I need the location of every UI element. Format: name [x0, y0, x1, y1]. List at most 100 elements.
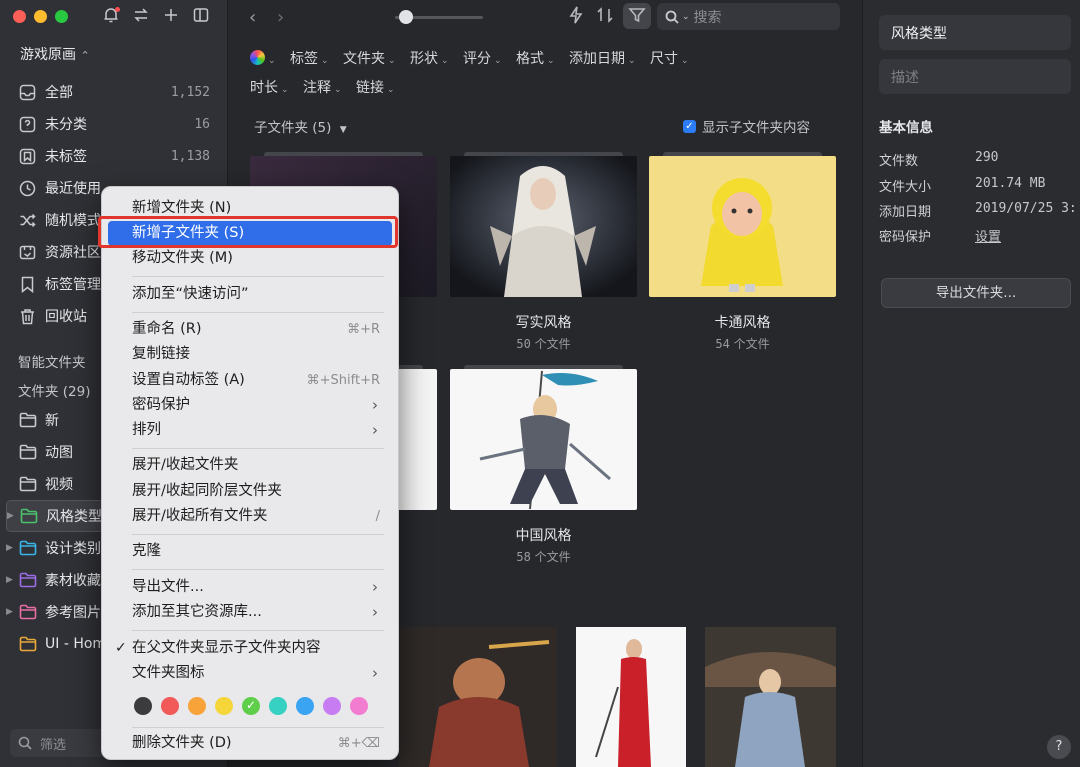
plus-icon[interactable] [162, 6, 180, 26]
close-window-button[interactable] [13, 10, 26, 23]
card-stack [464, 152, 623, 156]
menu-item-rename[interactable]: 重命名 (R) ⌘+R [108, 317, 392, 342]
smart-folders-heading[interactable]: 智能文件夹 [18, 351, 86, 371]
color-swatch-pink[interactable] [350, 697, 368, 715]
search-input[interactable]: ⌄ 搜索 [657, 3, 840, 30]
filter-chip[interactable]: 评分 ⌄ [463, 46, 502, 75]
funnel-icon[interactable] [627, 5, 649, 27]
info-label: 密码保护 [879, 230, 932, 245]
color-swatch-purple[interactable] [323, 697, 341, 715]
folder-label: 风格类型 [46, 509, 102, 525]
forward-arrow-icon[interactable]: › [277, 7, 284, 28]
expand-arrow-icon[interactable]: ▶ [6, 607, 13, 617]
info-row-file-size: 文件大小 201.74 MB [879, 176, 1045, 195]
description-field[interactable]: 描述 [879, 59, 1071, 94]
menu-item-password[interactable]: 密码保护 › [108, 393, 392, 418]
menu-item-export-files[interactable]: 导出文件... › [108, 575, 392, 600]
slider-knob[interactable] [399, 10, 413, 24]
filter-chip[interactable]: 文件夹 ⌄ [343, 46, 396, 75]
chevron-down-icon: ⌄ [681, 56, 689, 66]
sidebar-item-count: 16 [194, 116, 210, 132]
filter-label: 标签 [290, 51, 318, 67]
menu-item-move-folder[interactable]: 移动文件夹 (M) [108, 246, 392, 271]
search-icon [18, 736, 32, 750]
filter-chip[interactable]: 格式 ⌄ [516, 46, 555, 75]
menu-item-toggle-folder[interactable]: 展开/收起文件夹 [108, 453, 392, 478]
export-folder-button[interactable]: 导出文件夹... [881, 278, 1071, 308]
folder-icon [19, 636, 37, 652]
card-stack [464, 365, 623, 369]
sidebar-item-all[interactable]: 全部 1,152 [0, 76, 228, 108]
folder-name-field[interactable]: 风格类型 [879, 15, 1071, 50]
sync-arrows-icon[interactable] [132, 6, 150, 26]
color-swatch-dark[interactable] [134, 697, 152, 715]
folder-filter-input[interactable]: 筛选 [10, 729, 110, 757]
card-stack [264, 152, 423, 156]
info-label: 文件数 [879, 154, 919, 169]
color-swatch-orange[interactable] [188, 697, 206, 715]
filter-chip[interactable]: 尺寸 ⌄ [650, 46, 689, 75]
bell-icon[interactable] [102, 6, 120, 26]
menu-shortcut: ⌘+Shift+R [306, 373, 380, 388]
sidebar-item-uncategorized[interactable]: 未分类 16 [0, 108, 228, 140]
lightning-icon[interactable] [566, 5, 588, 27]
info-value: 2019/07/25 3: [975, 201, 1077, 216]
filter-chip[interactable]: 形状 ⌄ [410, 46, 449, 75]
zoom-window-button[interactable] [55, 10, 68, 23]
subfolder-card[interactable]: 中国风格 58 个文件 [450, 365, 637, 565]
color-swatch-yellow[interactable] [215, 697, 233, 715]
menu-item-auto-tag[interactable]: 设置自动标签 (A) ⌘+Shift+R [108, 368, 392, 393]
help-button[interactable]: ? [1047, 735, 1071, 759]
expand-arrow-icon[interactable]: ▶ [6, 543, 13, 553]
subfolder-card[interactable]: 卡通风格 54 个文件 [649, 152, 836, 352]
menu-item-toggle-all[interactable]: 展开/收起所有文件夹 / [108, 504, 392, 529]
menu-item-label: 展开/收起文件夹 [132, 457, 239, 473]
color-swatch-red[interactable] [161, 697, 179, 715]
filter-color[interactable]: ⌄ [250, 46, 276, 75]
subfolders-toggle[interactable]: 子文件夹 (5) ▼ [254, 116, 347, 136]
menu-item-add-quick-access[interactable]: 添加至“快速访问” [108, 282, 392, 307]
image-thumbnail[interactable] [705, 627, 836, 767]
filter-chip[interactable]: 时长 ⌄ [250, 75, 289, 104]
color-swatch-teal[interactable] [269, 697, 287, 715]
menu-item-copy-link[interactable]: 复制链接 [108, 342, 392, 367]
expand-arrow-icon[interactable]: ▶ [6, 575, 13, 585]
info-value: 290 [975, 150, 999, 165]
color-swatch-green[interactable]: ✓ [242, 697, 260, 715]
expand-arrow-icon[interactable]: ▶ [7, 511, 14, 521]
chevron-updown-icon: ⌃ [80, 49, 90, 62]
menu-item-show-subfolder-content[interactable]: ✓ 在父文件夹显示子文件夹内容 [108, 636, 392, 661]
image-thumbnail[interactable] [399, 627, 557, 767]
inbox-icon [19, 84, 36, 100]
subfolder-card[interactable]: 写实风格 50 个文件 [450, 152, 637, 352]
filter-chip[interactable]: 标签 ⌄ [290, 46, 329, 75]
password-setup-link[interactable]: 设置 [975, 226, 1001, 245]
card-unit: 个文件 [534, 337, 571, 351]
library-switcher[interactable]: 游戏原画 ⌃ [20, 44, 90, 64]
menu-item-add-to-library[interactable]: 添加至其它资源库... › [108, 600, 392, 625]
image-thumbnail[interactable] [576, 627, 686, 767]
sort-icon[interactable] [595, 5, 617, 27]
chevron-down-icon: ⌄ [547, 56, 555, 66]
show-subfolder-content-checkbox[interactable]: ✓ 显示子文件夹内容 [683, 116, 810, 136]
minimize-window-button[interactable] [34, 10, 47, 23]
chevron-down-icon: ⌄ [628, 56, 636, 66]
back-arrow-icon[interactable]: ‹ [249, 7, 256, 28]
sidebar-toggle-icon[interactable] [192, 6, 210, 26]
menu-item-sort[interactable]: 排列 › [108, 418, 392, 443]
filter-chip[interactable]: 添加日期 ⌄ [569, 46, 636, 75]
menu-item-folder-icon[interactable]: 文件夹图标 › [108, 661, 392, 686]
chevron-right-icon: › [372, 396, 378, 414]
sidebar-item-untagged[interactable]: 未标签 1,138 [0, 140, 228, 172]
color-swatch-blue[interactable] [296, 697, 314, 715]
folders-heading[interactable]: 文件夹 (29) [18, 380, 91, 400]
card-thumbnail [450, 156, 637, 297]
menu-item-delete-folder[interactable]: 删除文件夹 (D) ⌘+⌫ [108, 731, 392, 756]
card-file-count: 54 个文件 [649, 335, 836, 352]
menu-item-clone[interactable]: 克隆 [108, 539, 392, 564]
menu-item-toggle-siblings[interactable]: 展开/收起同阶层文件夹 [108, 479, 392, 504]
filter-chip[interactable]: 链接 ⌄ [356, 75, 395, 104]
info-row-file-count: 文件数 290 [879, 150, 998, 169]
filter-chip[interactable]: 注释 ⌄ [303, 75, 342, 104]
shuffle-icon [20, 213, 36, 227]
